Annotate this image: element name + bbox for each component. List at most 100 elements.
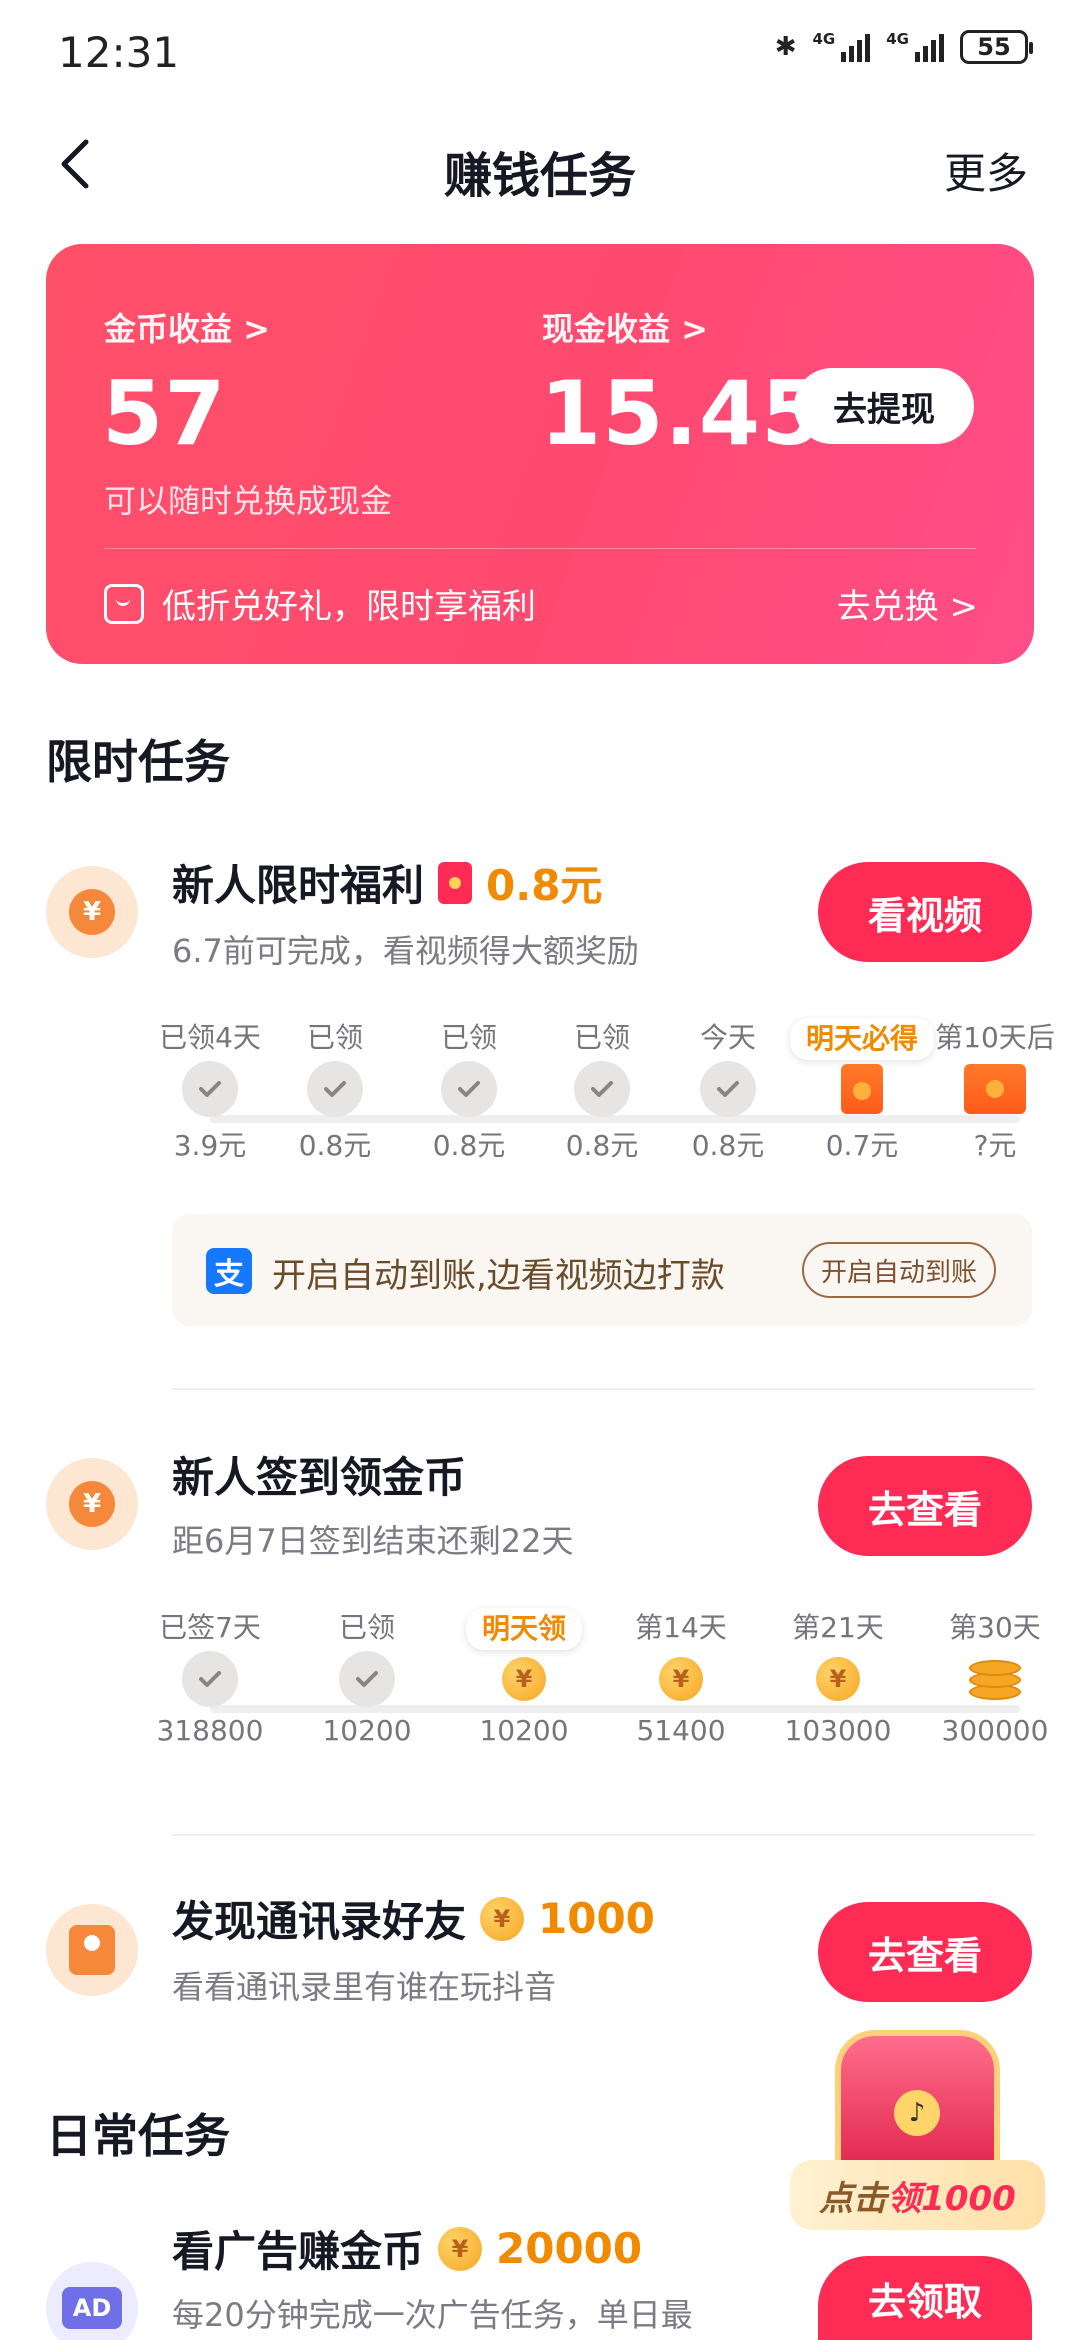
earnings-card: 金币收益 > 57 可以随时兑换成现金 现金收益 > 15.45 去提现 低折兑…	[46, 244, 1034, 664]
progress-step: 已签7天 318800	[135, 1608, 285, 1747]
step-reward: 300000	[941, 1714, 1049, 1747]
task-title-text: 新人签到领金币	[172, 1453, 467, 1502]
progress-step: 已领 0.8元	[394, 1018, 544, 1164]
promo-text: 低折兑好礼，限时享福利	[162, 587, 536, 627]
progress-step: 今天 0.8元	[653, 1018, 803, 1164]
task-icon: ¥	[46, 866, 138, 958]
gold-coin-icon: ¥	[659, 1657, 703, 1701]
gold-coin-icon: ¥	[438, 2226, 483, 2271]
alipay-auto-payout-banner: 支 开启自动到账,边看视频边打款 开启自动到账	[172, 1214, 1032, 1326]
task-icon: AD	[46, 2262, 138, 2340]
step-label: 第21天	[792, 1611, 884, 1644]
section-title-limited: 限时任务	[46, 735, 230, 789]
shopping-bag-icon	[104, 583, 144, 624]
coin-earnings-hint: 可以随时兑换成现金	[104, 482, 393, 520]
divider	[172, 1388, 1034, 1390]
step-reward: 10200	[479, 1714, 569, 1747]
checkmark-icon	[182, 1061, 238, 1117]
yen-icon: ¥	[69, 1481, 115, 1527]
step-reward: 103000	[784, 1714, 892, 1747]
step-label: 已领	[338, 1611, 395, 1644]
exchange-link[interactable]: 去兑换 >	[837, 579, 978, 628]
checkmark-icon	[441, 1061, 497, 1117]
watch-video-button[interactable]: 看视频	[818, 862, 1032, 962]
checkmark-icon	[700, 1061, 756, 1117]
network-type-2: 4G	[886, 30, 909, 48]
status-icons: ✱ 4G 4G 55	[774, 30, 1033, 64]
network-type-1: 4G	[812, 30, 836, 48]
checkmark-icon	[339, 1651, 395, 1707]
step-label: 今天	[699, 1021, 756, 1054]
coin-earnings-value: 57	[102, 362, 227, 465]
task-title-text: 新人限时福利	[172, 861, 425, 910]
step-reward: ?元	[973, 1129, 1017, 1162]
cash-earnings-link[interactable]: 现金收益 >	[542, 304, 708, 350]
step-reward: 318800	[156, 1714, 264, 1747]
task-description: 距6月7日签到结束还剩22天	[172, 1522, 574, 1560]
step-reward: 0.7元	[825, 1129, 899, 1162]
contacts-book-icon	[69, 1925, 115, 1975]
chest-claim-amount: 领1000	[887, 2178, 1016, 2219]
promo-banner[interactable]: 低折兑好礼，限时享福利	[104, 579, 536, 628]
divider	[172, 1834, 1034, 1836]
step-label: 第30天	[949, 1611, 1041, 1644]
signal-icon-2: 4G	[886, 32, 944, 62]
task-title: 新人限时福利 0.8元	[172, 852, 602, 913]
status-bar: 12:31 ✱ 4G 4G 55	[0, 0, 1080, 105]
ad-icon: AD	[62, 2287, 122, 2329]
task-title-text: 看广告赚金币	[172, 2227, 425, 2276]
step-reward: 0.8元	[298, 1129, 372, 1162]
checkin-progress: 已签7天 318800 已领 10200 明天领 ¥ 10200 第14天 ¥ …	[0, 1608, 1080, 1788]
task-description: 每20分钟完成一次广告任务，单日最	[172, 2296, 693, 2334]
task-reward: 20000	[496, 2224, 643, 2273]
task-title: 新人签到领金币	[172, 1444, 466, 1505]
task-description: 6.7前可完成，看视频得大额奖励	[172, 932, 639, 970]
task-icon	[46, 1904, 138, 1996]
music-note-icon: ♪	[894, 2090, 940, 2136]
section-title-daily: 日常任务	[46, 2109, 230, 2163]
step-label-bubble: 明天领	[465, 1608, 582, 1650]
progress-step: 已领 0.8元	[260, 1018, 410, 1164]
task-icon: ¥	[46, 1458, 138, 1550]
step-label: 已领	[440, 1021, 497, 1054]
progress-step: 第14天 ¥ 51400	[606, 1608, 756, 1747]
step-reward: 10200	[322, 1714, 412, 1747]
page-title: 赚钱任务	[443, 148, 636, 204]
signal-icon: 4G	[813, 32, 871, 62]
coin-stack-icon	[965, 1652, 1025, 1706]
enable-auto-payout-button[interactable]: 开启自动到账	[802, 1242, 996, 1298]
task-title: 发现通讯录好友 ¥ 1000	[172, 1888, 655, 1949]
card-divider	[104, 548, 976, 549]
floating-treasure-chest[interactable]: ♪ 点击 领1000	[790, 2030, 1045, 2270]
progress-step: 第30天 300000	[920, 1608, 1070, 1747]
battery-icon: 55	[960, 30, 1033, 64]
red-packet-icon	[438, 861, 473, 904]
view-checkin-button[interactable]: 去查看	[818, 1456, 1032, 1556]
chest-claim-prefix: 点击	[819, 2178, 888, 2219]
task-description: 看看通讯录里有谁在玩抖音	[172, 1968, 557, 2006]
step-reward: 0.8元	[691, 1129, 765, 1162]
yen-icon: ¥	[69, 889, 115, 935]
red-envelope-icon	[841, 1064, 883, 1114]
step-reward: 51400	[636, 1714, 726, 1747]
task-title-text: 发现通讯录好友	[172, 1897, 467, 1946]
task-reward: 1000	[538, 1894, 655, 1943]
withdraw-button[interactable]: 去提现	[794, 368, 974, 444]
progress-step: 已领 10200	[292, 1608, 442, 1747]
more-button[interactable]: 更多	[944, 140, 1028, 201]
gold-coin-icon: ¥	[480, 1896, 525, 1941]
status-time: 12:31	[58, 28, 180, 77]
bluetooth-icon: ✱	[774, 32, 797, 62]
alipay-icon: 支	[206, 1248, 252, 1294]
gold-coin-icon: ¥	[816, 1657, 860, 1701]
view-contacts-button[interactable]: 去查看	[818, 1902, 1032, 2002]
nav-bar: 赚钱任务 更多	[0, 110, 1080, 225]
alipay-banner-text: 开启自动到账,边看视频边打款	[272, 1256, 725, 1296]
cash-earnings-value: 15.45	[540, 362, 824, 465]
chest-claim-tag: 点击 领1000	[790, 2160, 1045, 2230]
coin-earnings-link[interactable]: 金币收益 >	[104, 304, 270, 350]
step-label-bubble: 明天必得	[789, 1018, 934, 1060]
checkmark-icon	[574, 1061, 630, 1117]
step-label: 已签7天	[159, 1611, 261, 1644]
progress-step: 第21天 ¥ 103000	[763, 1608, 913, 1747]
